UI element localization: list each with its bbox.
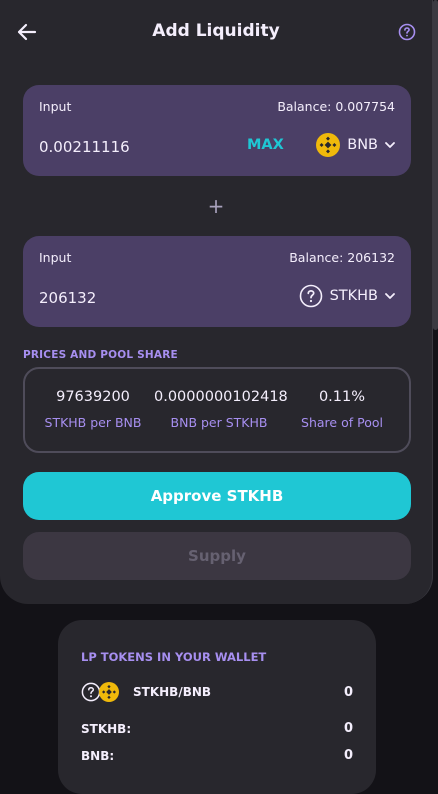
help-button[interactable] — [398, 23, 416, 41]
scrollbar[interactable] — [433, 0, 438, 330]
price-value: 97639200 — [56, 389, 130, 405]
prices-section-label: PRICES AND POOL SHARE — [23, 349, 178, 361]
token-name-b: STKHB — [329, 288, 378, 304]
token-name-a: BNB — [347, 137, 378, 153]
lp-token-b-row: BNB: 0 — [81, 748, 353, 763]
lp-pair-row: STKHB/BNB 0 — [81, 682, 353, 702]
approve-button[interactable]: Approve STKHB — [23, 472, 411, 520]
price-label: BNB per STKHB — [170, 415, 268, 430]
token-a-label: STKHB: — [81, 721, 132, 736]
token-select-b[interactable]: STKHB — [299, 283, 395, 309]
bnb-logo-icon — [99, 682, 119, 702]
input-panel-a: Input Balance: 0.007754 MAX BNB — [23, 85, 411, 176]
input-panel-b: Input Balance: 206132 STKHB — [23, 236, 411, 327]
chevron-down-icon — [385, 141, 395, 148]
pair-icons — [81, 682, 119, 702]
lp-pair-value: 0 — [343, 684, 353, 700]
plus-icon: + — [207, 194, 225, 218]
lp-pair-label: STKHB/BNB — [133, 685, 212, 699]
lp-tokens-title: LP TOKENS IN YOUR WALLET — [81, 650, 267, 664]
price-label: Share of Pool — [301, 415, 383, 430]
price-item: 97639200 STKHB per BNB — [28, 389, 158, 430]
page-title: Add Liquidity — [152, 21, 280, 41]
price-value: 0.11% — [318, 389, 366, 405]
token-select-a[interactable]: BNB — [316, 132, 395, 158]
price-value: 0.0000000102418 — [154, 389, 288, 405]
supply-button[interactable]: Supply — [23, 532, 411, 580]
question-circle-icon — [81, 682, 101, 702]
price-label: STKHB per BNB — [44, 415, 142, 430]
balance-text: Balance: 0.007754 — [277, 99, 395, 114]
max-button[interactable]: MAX — [247, 137, 284, 153]
amount-input-a[interactable] — [39, 138, 219, 156]
price-info-box: 97639200 STKHB per BNB 0.0000000102418 B… — [23, 367, 411, 453]
bnb-logo-icon — [316, 133, 341, 157]
token-b-value: 0 — [343, 748, 353, 763]
input-label: Input — [39, 250, 72, 265]
token-b-label: BNB: — [81, 748, 115, 763]
lp-token-a-row: STKHB: 0 — [81, 721, 353, 736]
price-item: 0.11% Share of Pool — [277, 389, 407, 430]
header: Add Liquidity — [0, 0, 432, 64]
input-label: Input — [39, 99, 72, 114]
question-circle-icon — [299, 284, 322, 308]
amount-input-b[interactable] — [39, 289, 219, 307]
lp-tokens-card: LP TOKENS IN YOUR WALLET STKHB/BNB 0 STK… — [58, 620, 376, 794]
chevron-down-icon — [385, 292, 395, 299]
token-a-value: 0 — [343, 721, 353, 736]
question-circle-icon — [398, 23, 416, 41]
price-item: 0.0000000102418 BNB per STKHB — [154, 389, 288, 430]
balance-text: Balance: 206132 — [289, 250, 395, 265]
add-liquidity-card: Add Liquidity Input Balance: 0.007754 MA… — [0, 0, 433, 604]
